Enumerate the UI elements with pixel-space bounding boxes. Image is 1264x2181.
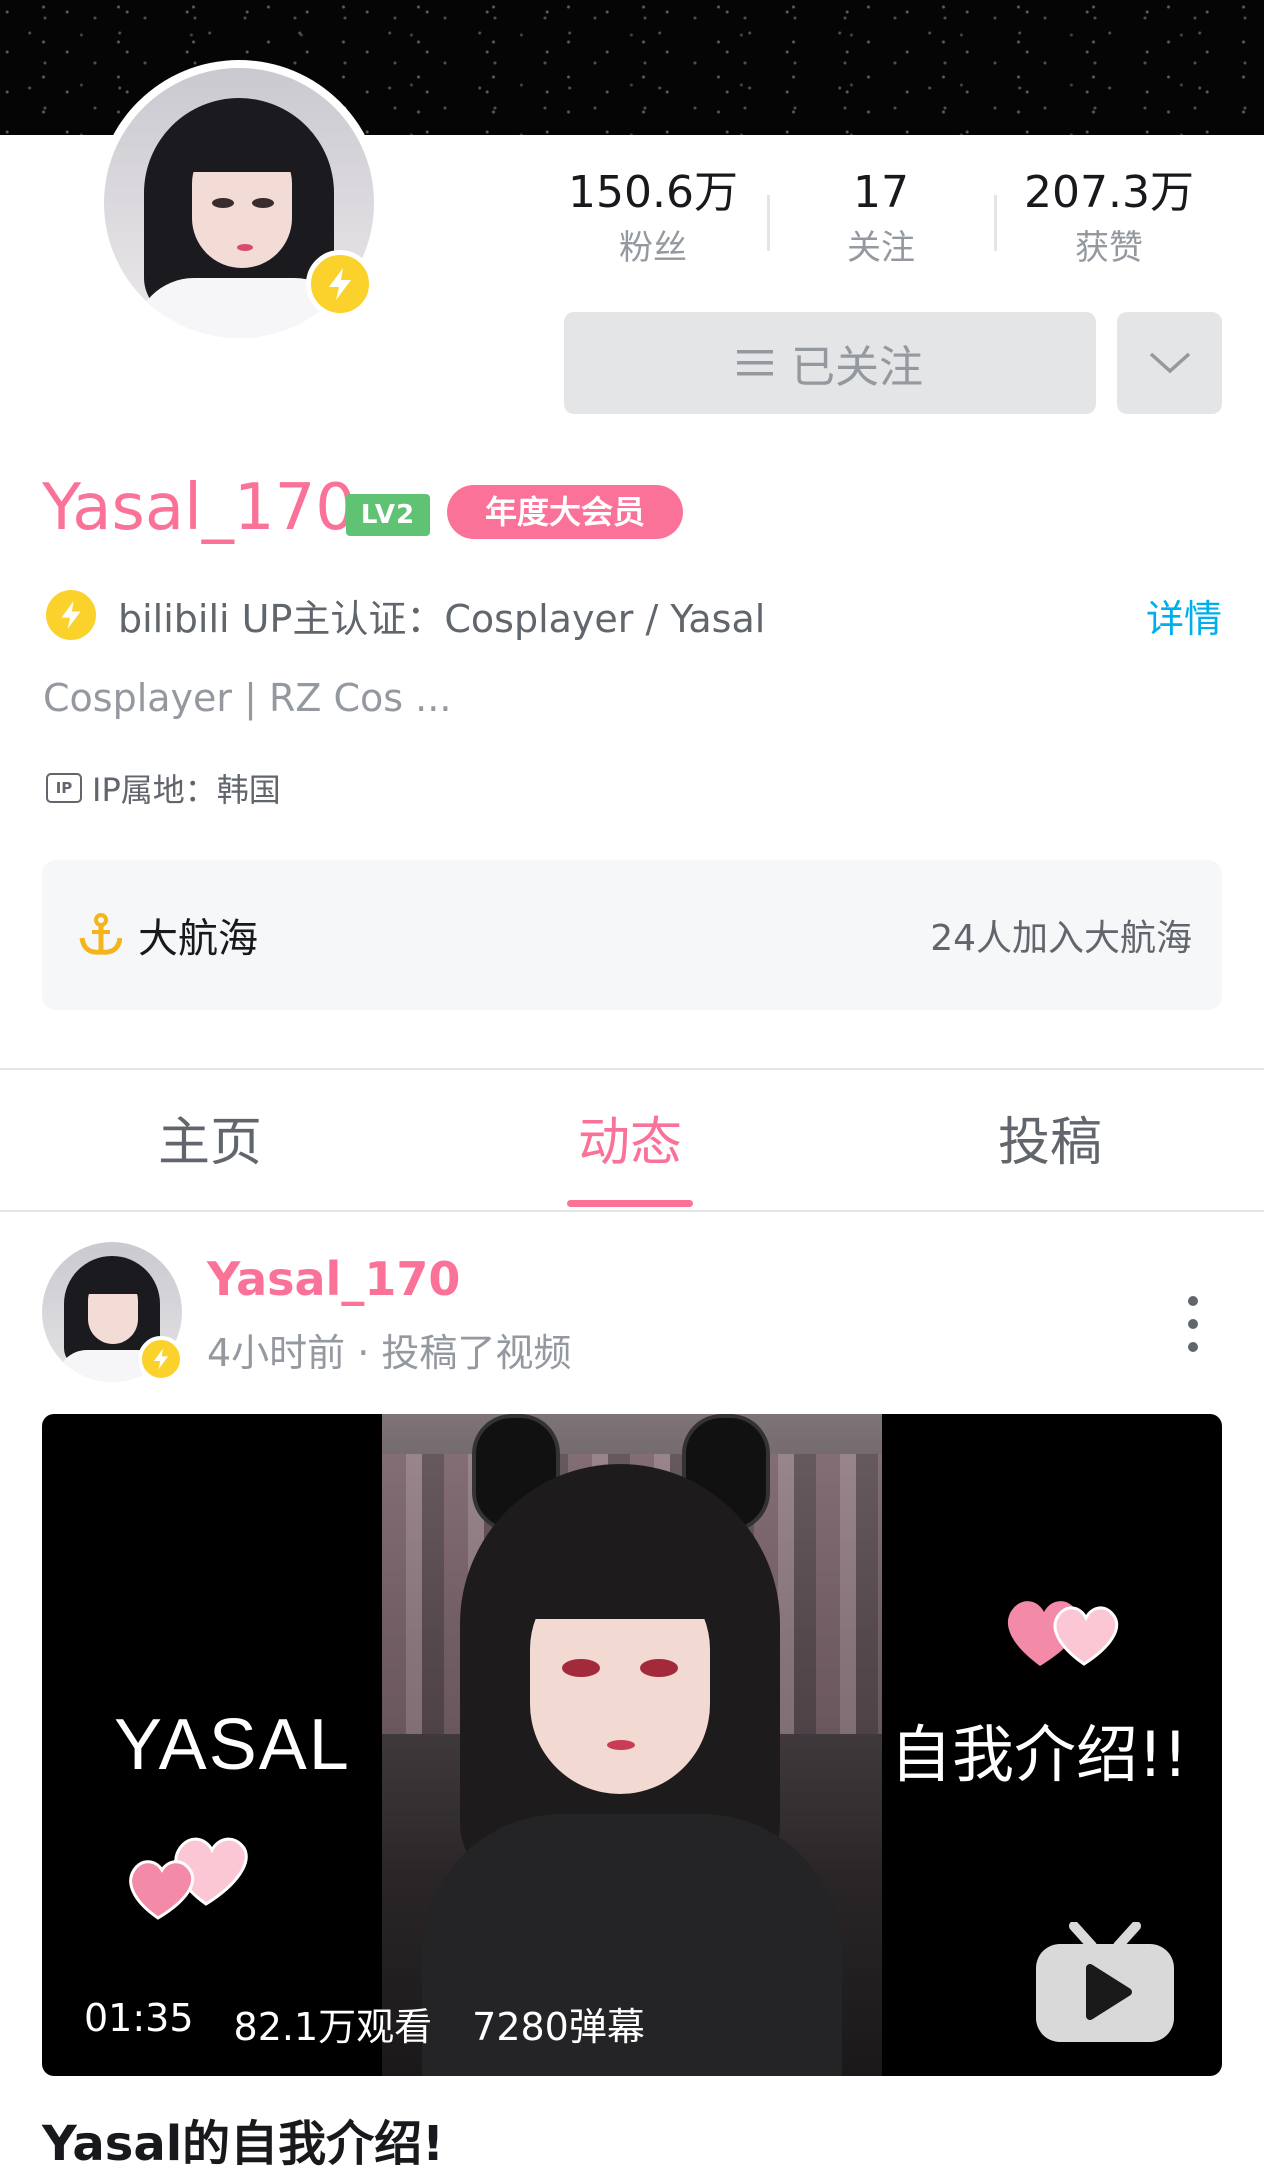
video-views: 82.1万观看 (233, 2005, 433, 2049)
profile-signature[interactable]: Cosplayer | RZ Cos ... (43, 676, 451, 720)
stat-divider (994, 195, 997, 251)
ip-icon: IP (46, 773, 82, 803)
detail-link[interactable]: 详情 (1146, 588, 1222, 643)
post-author[interactable]: Yasal_170 (207, 1252, 460, 1306)
bolt-icon (46, 590, 96, 640)
stat-likes-value: 207.3万 (1024, 167, 1194, 218)
profile-avatar[interactable] (96, 60, 382, 346)
thumbnail-left-text: YASAL (114, 1705, 351, 1785)
post-avatar[interactable] (42, 1242, 184, 1384)
video-danmaku: 7280弹幕 (472, 2005, 645, 2049)
anchor-icon (79, 913, 122, 955)
profile-username: Yasal_170 (42, 471, 356, 545)
post-title[interactable]: Yasal的自我介绍! (42, 2104, 444, 2174)
stat-likes-label: 获赞 (1075, 228, 1143, 268)
verification-text: bilibili UP主认证：Cosplayer / Yasal (118, 596, 766, 641)
active-tab-indicator (567, 1200, 693, 1207)
more-vertical-icon[interactable] (1178, 1296, 1208, 1352)
bolt-icon (306, 250, 374, 318)
stat-following-label: 关注 (847, 228, 915, 268)
profile-tabs: 主页 动态 投稿 (0, 1070, 1264, 1210)
stat-following-value: 17 (853, 167, 909, 218)
verification-row: bilibili UP主认证：Cosplayer / Yasal 详情 (46, 585, 1222, 645)
follow-options-button[interactable] (1117, 312, 1222, 414)
video-stats: 01:35 82.1万观看 7280弹幕 (84, 1996, 645, 2051)
tab-dynamics[interactable]: 动态 (420, 1070, 840, 1210)
level-badge: LV2 (346, 494, 430, 536)
chevron-down-icon (1149, 352, 1190, 374)
bolt-icon (138, 1336, 184, 1382)
stat-likes[interactable]: 207.3万 获赞 (1014, 165, 1204, 271)
tv-play-icon[interactable] (1032, 1922, 1178, 2046)
followed-button[interactable]: 已关注 (564, 312, 1096, 414)
tab-uploads[interactable]: 投稿 (840, 1070, 1260, 1210)
stat-following[interactable]: 17 关注 (786, 165, 976, 271)
thumbnail-right-text: 自我介绍!! (890, 1718, 1188, 1791)
heart-icon (1007, 1601, 1119, 1666)
stat-divider (767, 195, 770, 251)
stat-fans-value: 150.6万 (568, 167, 738, 218)
followed-button-label: 已关注 (791, 342, 923, 393)
stat-fans-label: 粉丝 (619, 228, 687, 268)
guard-title: 大航海 (138, 916, 258, 962)
heart-icon (129, 1837, 248, 1920)
ip-location-text: IP属地：韩国 (92, 771, 281, 809)
divider (0, 1210, 1264, 1212)
vip-badge[interactable]: 年度大会员 (447, 485, 683, 539)
menu-lines-icon (737, 350, 773, 376)
tab-home[interactable]: 主页 (0, 1070, 420, 1210)
guard-card[interactable]: 大航海 24人加入大航海 (42, 860, 1222, 1010)
video-duration: 01:35 (84, 1996, 194, 2040)
post-meta: 4小时前 · 投稿了视频 (207, 1331, 572, 1375)
stat-fans[interactable]: 150.6万 粉丝 (558, 165, 748, 271)
ip-location: IP IP属地：韩国 (46, 765, 281, 811)
guard-count: 24人加入大航海 (930, 918, 1192, 959)
video-thumbnail[interactable]: YASAL 自我介绍!! 01:35 82.1万观看 7280弹幕 (42, 1414, 1222, 2076)
